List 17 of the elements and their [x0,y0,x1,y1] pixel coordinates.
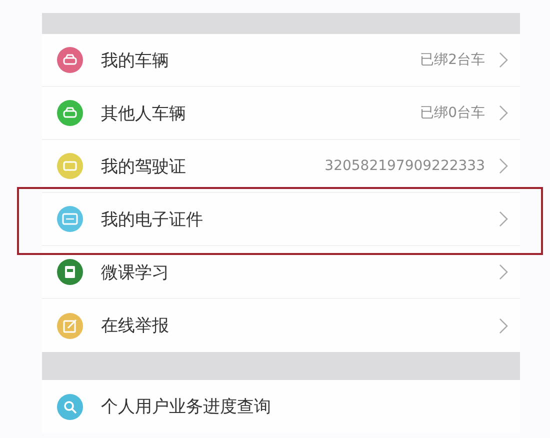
item-value: 320582197909222333 [324,158,485,174]
item-value: 已绑0台车 [420,104,485,122]
menu-item[interactable]: 我的驾驶证 320582197909222333 [42,140,520,193]
menu-item[interactable]: 个人用户业务进度查询 [42,380,520,433]
menu-item[interactable]: 我的电子证件 [42,193,520,246]
item-label: 个人用户业务进度查询 [101,396,272,418]
item-label: 我的驾驶证 [101,156,187,178]
menu-item[interactable]: 其他人车辆 已绑0台车 [42,87,520,140]
item-label: 我的电子证件 [101,208,204,230]
item-label: 在线举报 [101,315,170,337]
item-label: 我的车辆 [101,50,170,72]
item-label: 其他人车辆 [101,102,187,124]
item-value: 已绑2台车 [420,51,485,69]
item-label: 微课学习 [101,262,170,284]
menu-item[interactable]: 我的车辆 已绑2台车 [42,34,520,87]
menu-item[interactable]: 微课学习 [42,246,520,299]
menu-item[interactable]: 在线举报 [42,299,520,352]
